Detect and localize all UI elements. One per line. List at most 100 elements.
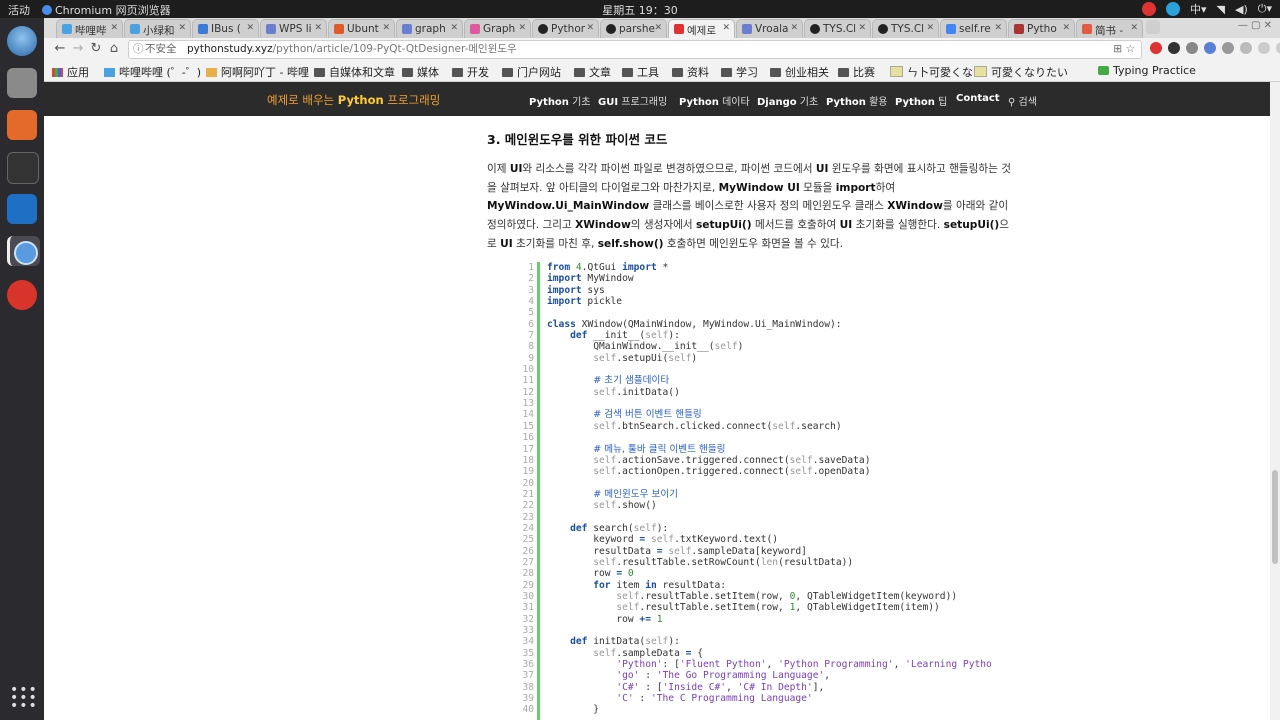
back-button[interactable]: ← [52, 41, 68, 57]
line-number: 12 [522, 386, 534, 398]
folder-icon [721, 68, 732, 77]
activities-button[interactable]: 活动 [8, 2, 30, 18]
address-bar[interactable]: ⓘ 不安全 pythonstudy.xyz/python/article/109… [128, 40, 1142, 59]
extension-icon[interactable] [1222, 42, 1234, 54]
close-icon[interactable]: ✕ [994, 23, 1002, 33]
scrollbar-thumb[interactable] [1272, 470, 1278, 564]
reload-button[interactable]: ↻ [88, 41, 104, 57]
nav-gui-programming[interactable]: GUI 프로그래밍 [598, 93, 667, 108]
input-method-icon[interactable]: 中▾ [1190, 1, 1207, 17]
bookmark[interactable]: Typing Practice [1098, 64, 1196, 77]
tab[interactable]: TYS.Cl ✕ [872, 19, 939, 39]
bookmark-folder[interactable]: 媒体 [402, 64, 439, 80]
close-icon[interactable]: ✕ [1130, 23, 1138, 33]
close-icon[interactable]: ✕ [654, 23, 662, 33]
bookmark-folder[interactable]: 学习 [721, 64, 758, 80]
bookmark[interactable]: 哔哩哔哩 (゜-゜) [104, 64, 201, 80]
clock[interactable]: 星期五 19：30 [600, 2, 680, 18]
tab[interactable]: Pytho ✕ [1008, 19, 1075, 39]
close-icon[interactable]: ✕ [1062, 23, 1070, 33]
bookmark-folder[interactable]: 比赛 [838, 64, 875, 80]
close-icon[interactable]: ✕ [178, 23, 186, 33]
site-brand[interactable]: 예제로 배우는 Python 프로그래밍 [267, 92, 440, 108]
tab[interactable]: IBus (✕ [192, 19, 259, 39]
bookmark-folder[interactable]: 自媒体和文章 [314, 64, 395, 80]
extension-icon[interactable] [1186, 42, 1198, 54]
code-line: for item in resultData: [593, 579, 727, 591]
close-icon[interactable]: ✕ [790, 23, 798, 33]
extension-icon[interactable] [1150, 42, 1162, 54]
tab-active[interactable]: 예제로 ✕ [668, 19, 735, 39]
nav-search[interactable]: ⚲ 검색 [1008, 93, 1037, 108]
netease-music-icon[interactable] [7, 280, 37, 310]
forward-button[interactable]: → [70, 41, 86, 57]
close-icon[interactable]: ✕ [858, 23, 866, 33]
translate-icon[interactable]: ⊞ [1113, 43, 1122, 55]
app-menu[interactable]: Chromium 网页浏览器 [42, 2, 171, 18]
new-tab-button[interactable] [1146, 20, 1160, 34]
extension-icon[interactable] [1276, 42, 1280, 54]
show-apps-icon[interactable]: ••• ••• ••• [10, 683, 37, 713]
volume-icon[interactable]: ◀) [1235, 3, 1248, 16]
network-icon[interactable]: ◥ [1217, 3, 1225, 16]
tab[interactable]: TYS.Cl ✕ [804, 19, 871, 39]
close-icon[interactable]: ✕ [314, 23, 322, 33]
close-icon[interactable]: ✕ [110, 23, 118, 33]
extension-icon[interactable] [1168, 42, 1180, 54]
tab[interactable]: 小绿和 ✕ [124, 19, 191, 39]
close-icon[interactable]: ✕ [450, 23, 458, 33]
tab[interactable]: 哔哩哔 ✕ [56, 19, 123, 39]
tab[interactable]: Graph ✕ [464, 19, 531, 39]
info-icon[interactable]: ⓘ [133, 41, 144, 58]
tab[interactable]: self.re ✕ [940, 19, 1007, 39]
chromium-launcher-icon[interactable] [7, 236, 40, 266]
nav-contact[interactable]: Contact [956, 93, 1000, 104]
tab[interactable]: Pythor ✕ [532, 19, 599, 39]
telegram-icon[interactable] [1166, 2, 1180, 16]
close-icon[interactable]: ✕ [722, 23, 730, 33]
nav-django-basics[interactable]: Django 기초 [757, 93, 818, 108]
thunderbird-icon[interactable] [7, 26, 37, 56]
code-line: row = 0 [547, 568, 634, 580]
bookmark[interactable]: 阿啊阿吖丁 - 哔哩 [206, 64, 309, 80]
tab[interactable]: Ubunt ✕ [328, 19, 395, 39]
bookmark-folder[interactable]: 门户网站 [502, 64, 561, 80]
tab[interactable]: Vroala ✕ [736, 19, 803, 39]
bookmark-folder[interactable]: 工具 [622, 64, 659, 80]
tab[interactable]: parshe ✕ [600, 19, 667, 39]
weibo-icon[interactable] [1142, 2, 1156, 16]
bookmark-folder[interactable]: 创业相关 [770, 64, 829, 80]
window-controls[interactable]: — ▢ ✕ [1238, 20, 1272, 31]
bookmark-folder[interactable]: 资料 [672, 64, 709, 80]
tab[interactable]: 简书 - ✕ [1076, 19, 1143, 39]
software-center-icon[interactable] [7, 110, 37, 140]
extension-icon[interactable] [1258, 42, 1270, 54]
nav-python-basics[interactable]: Python 기초 [529, 93, 591, 108]
page-scrollbar[interactable] [1270, 82, 1280, 720]
close-icon[interactable]: ✕ [518, 23, 526, 33]
tab[interactable]: WPS li ✕ [260, 19, 327, 39]
nav-python-usage[interactable]: Python 활용 [826, 93, 888, 108]
terminal-icon[interactable] [7, 152, 39, 184]
nav-python-data[interactable]: Python 데이타 [679, 93, 750, 108]
bookmark-star-icon[interactable]: ☆ [1126, 43, 1135, 55]
nav-python-tips[interactable]: Python 팁 [895, 93, 947, 108]
tab[interactable]: graph ✕ [396, 19, 463, 39]
power-icon[interactable]: ⏻▾ [1258, 2, 1272, 16]
bookmark-apps[interactable]: 应用 [52, 64, 89, 80]
home-button[interactable]: ⌂ [106, 41, 122, 57]
bookmark-folder[interactable]: 文章 [574, 64, 611, 80]
line-number: 37 [522, 670, 534, 682]
extension-icon[interactable] [1240, 42, 1252, 54]
close-icon[interactable]: ✕ [382, 23, 390, 33]
bookmark[interactable]: 可愛くなりたい [974, 64, 1068, 80]
bookmark[interactable]: ㄣ卜可愛くな [890, 64, 973, 80]
files-icon[interactable] [7, 68, 37, 98]
close-icon[interactable]: ✕ [246, 23, 254, 33]
extension-icon[interactable] [1204, 42, 1216, 54]
bookmark-folder[interactable]: 开发 [452, 64, 489, 80]
close-icon[interactable]: ✕ [926, 23, 934, 33]
vscode-icon[interactable] [7, 194, 37, 224]
close-icon[interactable]: ✕ [586, 23, 594, 33]
